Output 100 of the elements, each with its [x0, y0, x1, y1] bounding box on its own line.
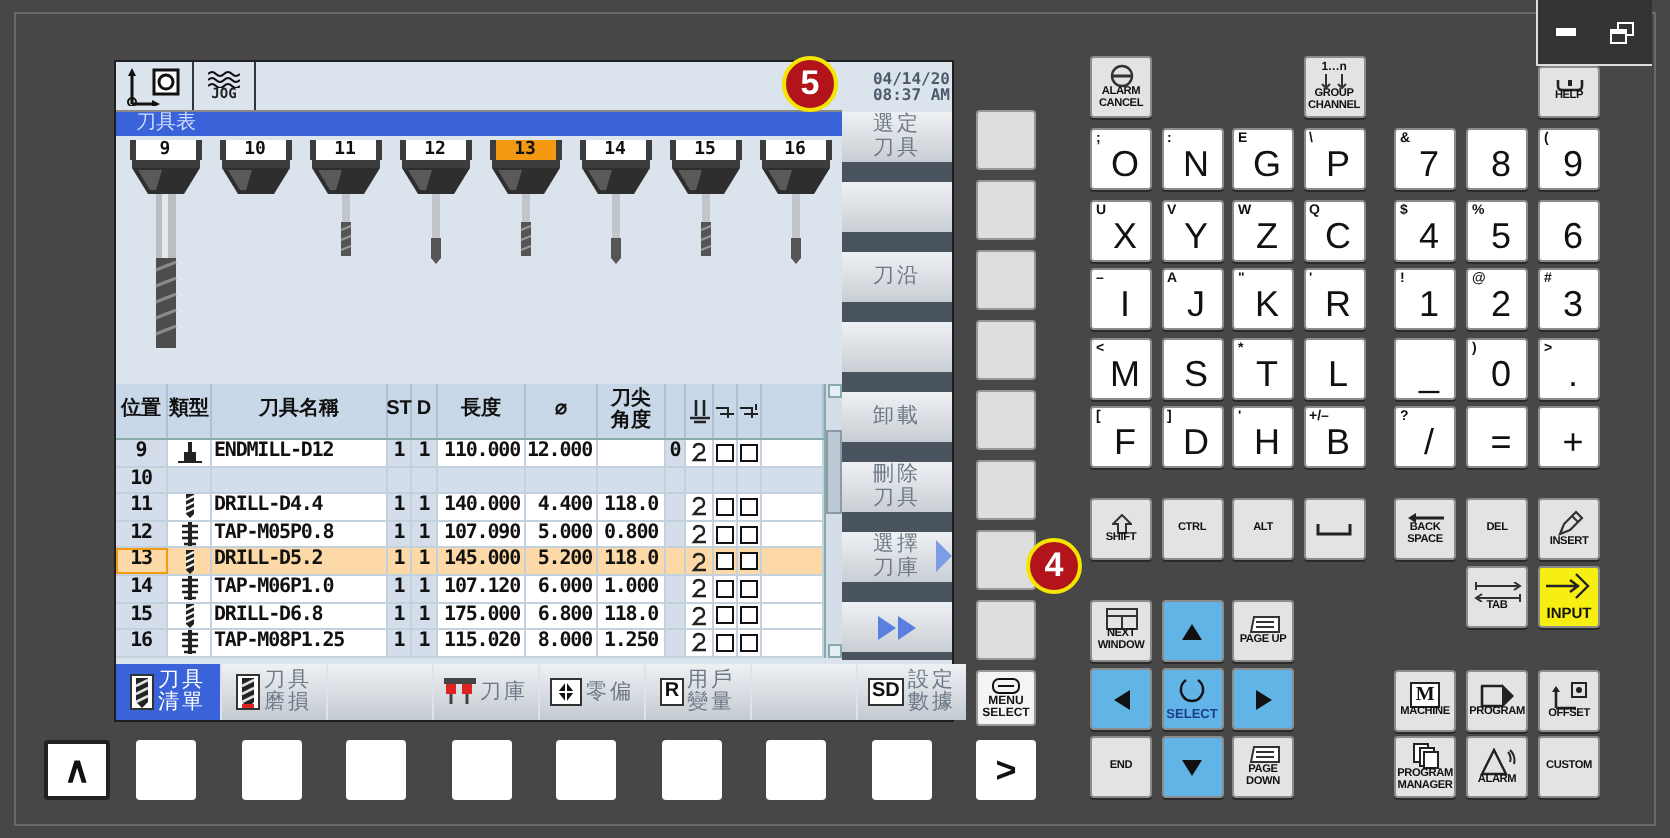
- pocket-number[interactable]: 15: [669, 140, 741, 160]
- table-cell: 12.000: [526, 440, 598, 466]
- pocket-number[interactable]: 12: [399, 140, 471, 160]
- letter-key[interactable]: _: [1394, 338, 1456, 400]
- checkbox[interactable]: [740, 497, 758, 516]
- column-header: 刀尖角度: [609, 390, 653, 432]
- right-triangle-icon: [1253, 689, 1273, 709]
- softkey-tab[interactable]: 刀具磨損: [222, 664, 326, 720]
- checkbox[interactable]: [716, 606, 734, 625]
- pocket-number[interactable]: 11: [309, 140, 381, 160]
- checkbox[interactable]: [740, 525, 758, 544]
- restore-icon[interactable]: [1610, 21, 1635, 43]
- recall-key[interactable]: ∧: [44, 740, 110, 800]
- checkbox[interactable]: [716, 525, 734, 544]
- letter-key[interactable]: 8: [1466, 128, 1528, 190]
- column-header: 位置: [116, 384, 168, 438]
- extend-key[interactable]: >: [976, 740, 1036, 800]
- vertical-softkey[interactable]: [976, 530, 1036, 590]
- pocket-number[interactable]: 16: [759, 140, 831, 160]
- letter-key[interactable]: L: [1303, 338, 1365, 400]
- softkey[interactable]: 選擇刀庫: [842, 532, 952, 582]
- drill-icon: [183, 603, 195, 628]
- spindle-icon: [689, 399, 709, 423]
- arrow-key[interactable]: [1232, 668, 1294, 730]
- table-row[interactable]: 13 DRILL-D5.2 1 1 145.000 5.200 118.0: [116, 548, 824, 576]
- table-row[interactable]: 9 ENDMILL-D12 1 1 110.000 12.000 0: [116, 440, 824, 468]
- wave-icon: [208, 70, 240, 88]
- minimize-icon[interactable]: [1555, 28, 1576, 36]
- help-icon: [1555, 80, 1583, 93]
- checkbox[interactable]: [740, 579, 758, 598]
- pocket-number[interactable]: 9: [129, 140, 201, 160]
- input-arrow-icon: [1545, 572, 1593, 600]
- table-row[interactable]: 10: [116, 467, 824, 495]
- letter-key[interactable]: +: [1538, 406, 1600, 468]
- down-triangle-icon: [1180, 757, 1204, 777]
- circle-arrows-icon: [1178, 676, 1206, 704]
- shift-icon: [1111, 513, 1131, 534]
- arrow-key[interactable]: [1161, 600, 1223, 662]
- space-icon: [1316, 523, 1352, 535]
- column-header: ⌀: [526, 384, 598, 438]
- softkey[interactable]: 刪除刀具: [842, 462, 952, 512]
- page-icon: [1247, 745, 1279, 766]
- up-triangle-icon: [1180, 621, 1204, 641]
- table-cell: 12: [116, 521, 168, 547]
- table-row[interactable]: 16 TAP-M08P1.25 1 1 115.020 8.000 1.250: [116, 630, 824, 658]
- table-row[interactable]: 11 DRILL-D4.4 1 1 140.000 4.400 118.0: [116, 494, 824, 522]
- table-cell: 1: [388, 630, 412, 656]
- left-arrow-icon: [1407, 511, 1443, 524]
- checkbox[interactable]: [740, 633, 758, 652]
- table-cell: 1: [388, 548, 412, 574]
- pocket-number[interactable]: 14: [579, 140, 651, 160]
- checkbox[interactable]: [716, 579, 734, 598]
- double-arrow-icon: [877, 615, 917, 639]
- table-cell: 1: [412, 603, 438, 629]
- table-cell: 1: [388, 494, 412, 520]
- table-cell: 107.120: [438, 575, 526, 602]
- softkey[interactable]: 選定刀具: [842, 112, 952, 162]
- checkbox[interactable]: [740, 443, 758, 462]
- spindle-rotation-icon: [690, 551, 708, 572]
- checkbox[interactable]: [740, 606, 758, 625]
- table-cell: 1: [412, 521, 438, 547]
- table-cell: 115.020: [438, 630, 526, 656]
- arrow-key[interactable]: [1161, 736, 1223, 798]
- table-row[interactable]: 15 DRILL-D6.8 1 1 175.000 6.800 118.0: [116, 603, 824, 631]
- table-cell: 13: [116, 548, 168, 574]
- space-key[interactable]: [1303, 498, 1365, 560]
- table-cell: 140.000: [438, 494, 526, 520]
- arrow-key[interactable]: [1090, 668, 1152, 730]
- scrollbar[interactable]: [824, 384, 842, 658]
- crossed-circle-icon: [1109, 63, 1133, 88]
- drill-drawing: [671, 160, 739, 256]
- letter-key[interactable]: S: [1161, 338, 1223, 400]
- table-row[interactable]: 12 TAP-M05P0.8 1 1 107.090 5.000 0.800: [116, 521, 824, 549]
- letter-key[interactable]: 6: [1538, 200, 1600, 262]
- window-title: 刀具表: [116, 112, 842, 136]
- table-cell: 0: [666, 440, 686, 466]
- tab-arrows-icon: [1473, 581, 1521, 602]
- table-row[interactable]: 14 TAP-M06P1.0 1 1 107.120 6.000 1.000: [116, 575, 824, 604]
- table-cell: 1: [388, 440, 412, 466]
- checkbox[interactable]: [716, 497, 734, 516]
- table-cell: 107.090: [438, 521, 526, 547]
- drill-drawing: [491, 160, 559, 256]
- pocket-number[interactable]: 13: [489, 140, 561, 160]
- end-mill-icon: [177, 441, 201, 464]
- drill-icon: [129, 674, 154, 711]
- column-header: 類型: [168, 384, 212, 438]
- table-cell: 6.800: [526, 603, 598, 629]
- pocket-number[interactable]: 10: [219, 140, 291, 160]
- softkey[interactable]: [842, 602, 952, 652]
- table-cell: 14: [116, 575, 168, 602]
- checkbox[interactable]: [716, 633, 734, 652]
- left-triangle-icon: [1111, 689, 1131, 709]
- column-header: 刀具名稱: [212, 384, 388, 438]
- checkbox[interactable]: [716, 443, 734, 462]
- table-cell: 145.000: [438, 548, 526, 574]
- softkey-tab[interactable]: 刀具清單: [116, 664, 220, 720]
- checkbox[interactable]: [740, 552, 758, 571]
- checkbox[interactable]: [716, 552, 734, 571]
- letter-key[interactable]: =: [1466, 406, 1528, 468]
- callout-badge: 4: [1026, 538, 1082, 594]
